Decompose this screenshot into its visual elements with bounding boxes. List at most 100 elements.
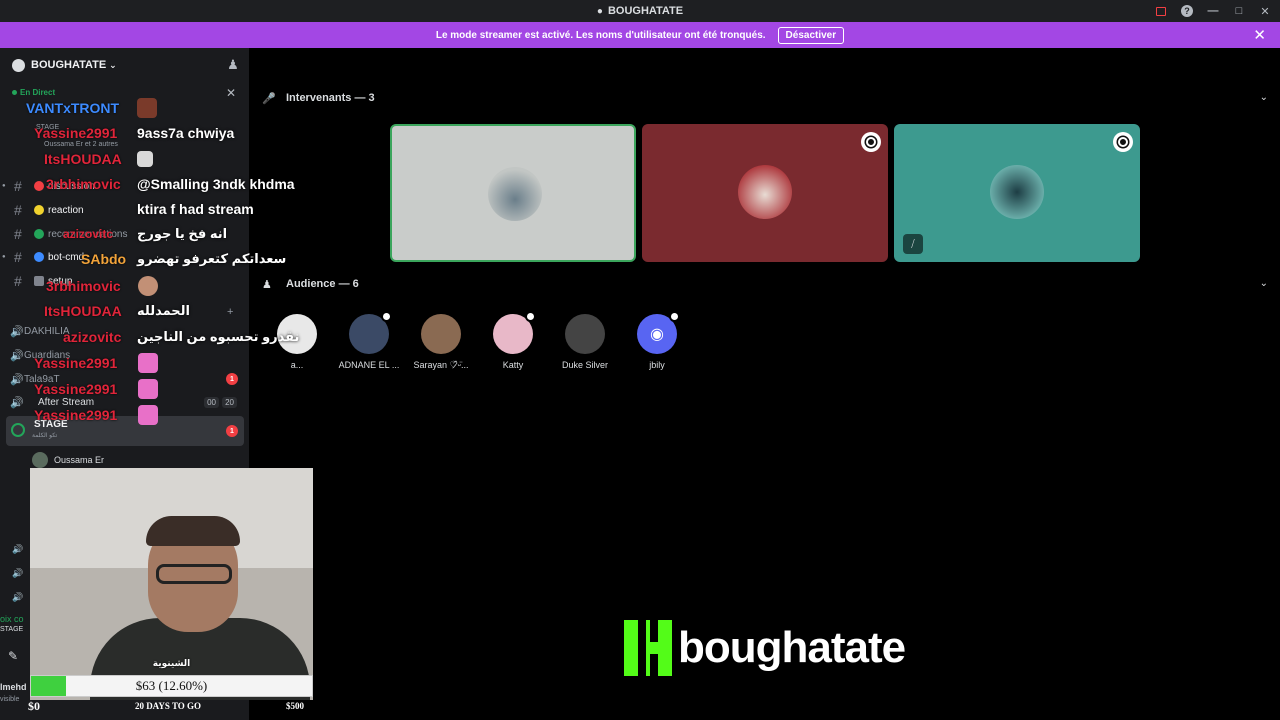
microphone-icon: 🎤: [262, 92, 276, 105]
muted-microphone-icon: ⧸: [903, 234, 923, 254]
maximize-button[interactable]: □: [1228, 0, 1250, 22]
speaker-icon: 🔊: [10, 349, 24, 362]
chat-text: @Smalling 3ndk khdma: [137, 176, 295, 192]
audience-member[interactable]: Katty: [473, 311, 553, 370]
window-titlebar: ● BOUGHATATE ? — □ ✕: [0, 0, 1280, 22]
donation-goal-bar: $63 (12.60%): [30, 675, 313, 697]
disable-streamer-mode-button[interactable]: Désactiver: [777, 26, 845, 44]
unread-badge: 1: [226, 373, 238, 385]
hash-icon: #: [14, 249, 22, 265]
donation-goal-amount: $63 (12.60%): [135, 678, 208, 693]
chat-message: 3rbhimovic: [46, 274, 158, 298]
add-member-icon[interactable]: ♟: [225, 57, 241, 73]
emote-icon: [138, 276, 158, 296]
status-icon: [381, 311, 392, 322]
webcam-feed: الشينوية: [30, 468, 313, 700]
channel-dot-red: [34, 181, 44, 191]
speaker-icon: 🔊: [10, 373, 24, 386]
chevron-down-icon[interactable]: ⌄: [1260, 278, 1268, 289]
chat-username: Yassine2991: [34, 381, 118, 397]
emote-icon: [138, 353, 158, 373]
audience-member[interactable]: ADNANE EL ...: [329, 311, 409, 370]
audience-header[interactable]: ♟ Audience — 6: [262, 275, 359, 293]
status-icon: [669, 311, 680, 322]
people-icon: ♟: [262, 278, 272, 291]
avatar: [493, 311, 536, 354]
help-icon[interactable]: ?: [1176, 0, 1198, 22]
chat-username: Yassine2991: [34, 125, 118, 141]
donation-goal-days: 20 DAYS TO GO: [134, 701, 202, 711]
speaker-icon: 🔊: [10, 325, 24, 338]
chat-text: ktira f had stream: [137, 201, 254, 217]
chevron-down-icon[interactable]: ⌄: [1260, 92, 1268, 103]
user-count: 00: [204, 396, 219, 408]
chat-message: ItsHOUDAA: [44, 147, 153, 171]
stage-badge: 1: [226, 425, 238, 437]
moderator-icon: [861, 132, 881, 152]
chat-text: 9ass7a chwiya: [137, 125, 235, 141]
stage-user[interactable]: Oussama Er: [32, 452, 104, 468]
add-channel-icon[interactable]: +: [227, 306, 233, 318]
chat-username: 3rbhimovic: [46, 176, 121, 192]
inbox-icon[interactable]: [1150, 0, 1172, 22]
banner-close-icon[interactable]: ✕: [1253, 26, 1266, 44]
chat-message: Yassine2991: [34, 403, 158, 427]
speakers-header-label: Intervenants — 3: [286, 92, 375, 104]
speakers-header[interactable]: 🎤 Intervenants — 3: [262, 89, 375, 107]
voice-status-label: oix co: [0, 614, 24, 624]
chat-message: 3rbhimovic @Smalling 3ndk khdma: [46, 172, 295, 196]
status-icon: [525, 311, 536, 322]
chat-message: Yassine2991: [34, 351, 158, 375]
user-panel-status: visible: [0, 696, 20, 703]
window-title: BOUGHATATE: [607, 5, 684, 17]
audience-member[interactable]: ◉ jbily: [617, 311, 697, 370]
stage-user-name: Oussama Er: [54, 455, 105, 465]
stream-icon[interactable]: ✎: [8, 649, 18, 663]
chat-username: ItsHOUDAA: [44, 151, 122, 167]
channel-label: bot-cmd: [48, 251, 85, 263]
hash-icon: #: [14, 178, 22, 194]
chat-message: SAbdo سعداتكم كتعرفو تهضرو: [81, 247, 286, 271]
audience-member[interactable]: Duke Silver: [545, 314, 625, 370]
speaker-tile[interactable]: [390, 124, 636, 262]
channel-dot-grey: [34, 276, 44, 286]
audience-name: Sarayan ♡̷᷈ᵕ̈...: [413, 360, 469, 370]
channel-setup[interactable]: # setup: [0, 270, 249, 292]
stage-icon: [11, 423, 25, 437]
avatar: [32, 452, 48, 468]
chat-text: نقدرو تحسبوه من الناجين: [137, 329, 300, 344]
kick-brand: boughatate: [624, 620, 906, 676]
audience-member[interactable]: Sarayan ♡̷᷈ᵕ̈...: [401, 314, 481, 371]
voice-status-channel: STAGE: [0, 626, 24, 633]
avatar: [349, 311, 392, 354]
minimize-button[interactable]: —: [1202, 0, 1224, 22]
speaker-avatar: [990, 165, 1044, 219]
avatar: [421, 314, 461, 354]
speaker-icon: 🔊: [12, 592, 24, 602]
speaker-avatar: [738, 165, 792, 219]
speaker-tile[interactable]: ⧸: [894, 124, 1140, 262]
chat-text: انه فخ يا جورج: [137, 226, 228, 241]
avatar: [565, 314, 605, 354]
user-limit: 20: [222, 396, 237, 408]
banner-text: Le mode streamer est activé. Les noms d'…: [435, 29, 766, 41]
chat-message: azizovitc انه فخ يا جورج: [63, 222, 227, 246]
discord-logo-icon: ◉: [637, 311, 680, 354]
hash-icon: #: [14, 273, 22, 289]
kick-logo-icon: [624, 620, 672, 676]
chat-message: Yassine2991: [34, 377, 158, 401]
audience-name: ADNANE EL ...: [338, 360, 400, 370]
speaker-tile[interactable]: [642, 124, 888, 262]
chat-username: azizovitc: [63, 329, 122, 345]
close-window-button[interactable]: ✕: [1254, 0, 1276, 22]
chat-username: VANTxTRONT: [26, 100, 120, 116]
audience-name: jbily: [649, 360, 665, 370]
live-card-close-icon[interactable]: ✕: [226, 86, 236, 100]
moderator-icon: [1113, 132, 1133, 152]
chat-username: azizovitc: [63, 227, 114, 241]
audience-name: a...: [290, 360, 304, 370]
chat-message: ItsHOUDAA الحمدلله: [44, 299, 190, 323]
server-header[interactable]: BOUGHATATE ⌄: [0, 48, 249, 82]
emote-icon: [138, 405, 158, 425]
channel-dot-green: [34, 229, 44, 239]
